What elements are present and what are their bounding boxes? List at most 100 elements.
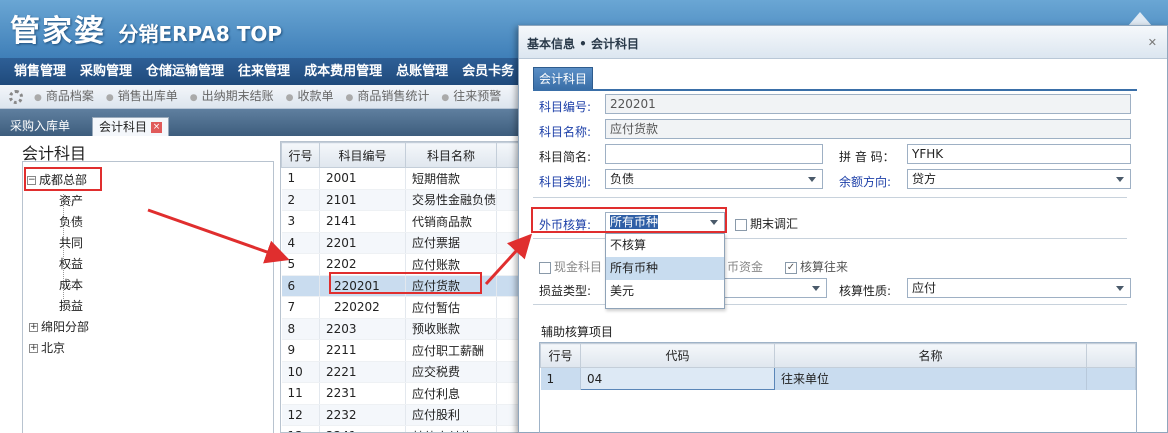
cell-row-number: 10 xyxy=(281,361,320,383)
currency-option-all[interactable]: 所有币种 xyxy=(606,257,724,280)
aux-cell-name: 往来单位 xyxy=(774,367,1087,390)
short-name-field[interactable] xyxy=(605,144,823,164)
table-row[interactable]: 10 2221 应交税费 xyxy=(281,361,525,383)
short-name-label: 科目简名: xyxy=(539,150,592,164)
menu-cost[interactable]: 成本费用管理 xyxy=(297,58,389,85)
table-row[interactable]: 1 04 往来单位 xyxy=(540,367,1136,390)
tree-item-cost[interactable]: 成本 xyxy=(59,277,83,293)
chevron-down-icon xyxy=(808,177,816,182)
cash-checkbox[interactable] xyxy=(539,261,551,274)
cell-row-number: 11 xyxy=(281,382,320,405)
col-header-row[interactable]: 行号 xyxy=(281,142,320,168)
cash-label: 现金科目 xyxy=(554,260,603,274)
quick-receipt[interactable]: 收款单 xyxy=(286,89,334,103)
name-field[interactable]: 应付货款 xyxy=(605,119,1131,139)
cell-row-number: 5 xyxy=(281,253,320,276)
aux-col-name[interactable]: 名称 xyxy=(774,343,1087,368)
aux-col-row[interactable]: 行号 xyxy=(540,343,581,368)
period-adjust-option[interactable]: 期末调汇 xyxy=(735,215,798,232)
chevron-down-icon xyxy=(1116,286,1124,291)
menu-purchase[interactable]: 采购管理 xyxy=(73,58,139,85)
cell-account-name: 应付暂估 xyxy=(405,296,498,319)
tree-item-asset[interactable]: 资产 xyxy=(59,193,83,209)
type-label: 科目类别: xyxy=(539,175,592,189)
cell-account-name: 应付利息 xyxy=(405,382,498,405)
cell-account-code: 2101 xyxy=(319,189,406,211)
quick-product[interactable]: 商品档案 xyxy=(34,89,94,103)
menu-ledger[interactable]: 总账管理 xyxy=(389,58,455,85)
quick-sales-stat[interactable]: 商品销售统计 xyxy=(346,89,430,103)
menu-warehouse[interactable]: 仓储运输管理 xyxy=(139,58,231,85)
tab-accounts[interactable]: 会计科目 × xyxy=(92,117,170,136)
cell-row-number: 7 xyxy=(281,296,320,319)
table-row[interactable]: 11 2231 应付利息 xyxy=(281,382,525,405)
nature-select[interactable]: 应付 xyxy=(907,278,1131,298)
tree-item-equity[interactable]: 权益 xyxy=(59,256,83,272)
tab-purchase-in[interactable]: 采购入库单 xyxy=(4,117,76,136)
cash-option[interactable]: 现金科目 xyxy=(539,258,602,275)
cell-account-name: 预收账款 xyxy=(405,318,498,340)
tab-account[interactable]: 会计科目 xyxy=(533,67,594,89)
quick-sales-out[interactable]: 销售出库单 xyxy=(106,89,178,103)
code-field[interactable]: 220201 xyxy=(605,94,1131,114)
chevron-down-icon xyxy=(1116,177,1124,182)
nature-label: 核算性质: xyxy=(839,284,892,298)
period-adjust-checkbox[interactable] xyxy=(735,218,747,231)
balance-select[interactable]: 贷方 xyxy=(907,169,1131,189)
balance-label: 余额方向: xyxy=(839,175,892,189)
close-icon[interactable]: ✕ xyxy=(1148,36,1157,49)
quick-warning[interactable]: 往来预警 xyxy=(441,89,501,103)
type-select[interactable]: 负债 xyxy=(605,169,823,189)
quick-cashier-close[interactable]: 出纳期末结账 xyxy=(190,89,274,103)
menu-sales[interactable]: 销售管理 xyxy=(0,58,73,85)
checkin-option[interactable]: ✓ 核算往来 xyxy=(785,258,848,275)
expand-icon[interactable]: + xyxy=(29,323,38,332)
name-label: 科目名称: xyxy=(539,125,592,139)
menu-member[interactable]: 会员卡务 xyxy=(455,58,521,85)
cell-account-code: 2203 xyxy=(319,318,406,340)
col-header-code[interactable]: 科目编号 xyxy=(319,142,406,168)
close-icon[interactable]: × xyxy=(151,122,163,133)
cell-account-code: 2141 xyxy=(319,210,406,233)
table-row[interactable]: 12 2232 应付股利 xyxy=(281,404,525,426)
pinyin-field[interactable]: YFHK xyxy=(907,144,1131,164)
table-row[interactable]: 132241其他应付款 xyxy=(281,425,525,432)
account-tree: − 成都总部 资产 负债 共同 权益 成本 损益 + 绵阳分部 + 北京 xyxy=(22,161,274,433)
expand-icon[interactable]: + xyxy=(29,344,38,353)
highlight-box-root xyxy=(24,167,102,191)
table-row[interactable]: 8 2203 预收账款 xyxy=(281,318,525,340)
aux-col-code[interactable]: 代码 xyxy=(580,343,775,368)
table-row[interactable]: 3 2141 代销商品款 xyxy=(281,210,525,233)
tree-item-pnl[interactable]: 损益 xyxy=(59,298,83,314)
aux-title: 辅助核算项目 xyxy=(541,325,614,339)
tree-node-beijing[interactable]: + 北京 xyxy=(29,340,65,356)
gear-icon[interactable] xyxy=(9,90,23,104)
table-row[interactable]: 2 2101 交易性金融负债 xyxy=(281,189,525,211)
col-header-name[interactable]: 科目名称 xyxy=(404,142,498,168)
tree-item-liability[interactable]: 负债 xyxy=(59,214,83,230)
tree-item-common[interactable]: 共同 xyxy=(59,235,83,251)
currency-option-usd[interactable]: 美元 xyxy=(606,280,724,303)
cell-row-number: 1 xyxy=(281,167,320,190)
cell-row-number: 4 xyxy=(281,232,320,254)
cell-account-name: 应付票据 xyxy=(405,232,498,254)
cell-account-code: 2241 xyxy=(319,425,406,432)
cell-account-name: 其他应付款 xyxy=(405,425,498,432)
tree-node-mianyang[interactable]: + 绵阳分部 xyxy=(29,319,89,335)
highlight-box-row xyxy=(329,272,482,294)
type-value: 负债 xyxy=(610,172,635,186)
table-row[interactable]: 4 2201 应付票据 xyxy=(281,232,525,254)
menu-accounts[interactable]: 往来管理 xyxy=(231,58,297,85)
cell-account-code: 2231 xyxy=(319,382,406,405)
check-icon[interactable]: ✓ xyxy=(785,261,797,274)
cell-row-number: 13 xyxy=(281,425,320,432)
aux-cell-code[interactable]: 04 xyxy=(580,367,775,390)
table-row[interactable]: 9 2211 应付职工薪酬 xyxy=(281,339,525,362)
table-row[interactable]: 1 2001 短期借款 xyxy=(281,167,525,190)
cell-account-name: 应交税费 xyxy=(405,361,498,383)
tree-node-label: 北京 xyxy=(41,341,66,355)
collapse-up-icon[interactable] xyxy=(1128,12,1152,26)
table-row[interactable]: 7 220202 应付暂估 xyxy=(281,296,525,319)
currency-option-none[interactable]: 不核算 xyxy=(606,234,724,257)
logo-main: 管家婆 xyxy=(10,14,106,49)
